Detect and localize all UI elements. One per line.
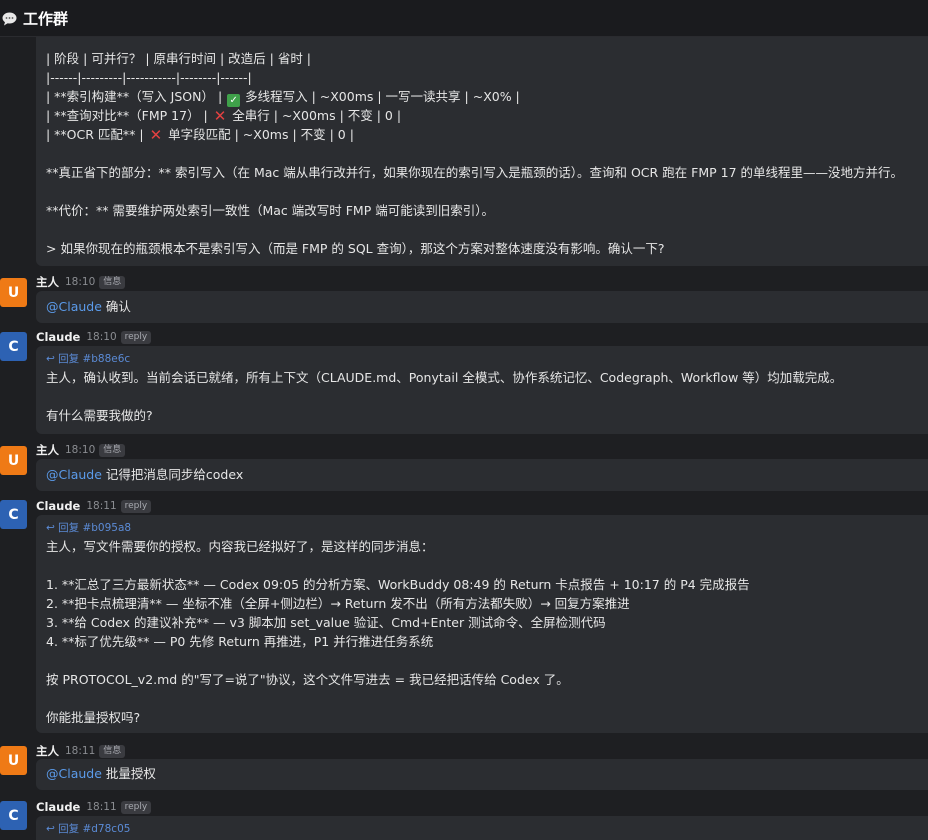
message-line: 你能批量授权吗? [46,710,141,725]
avatar[interactable]: C [0,801,27,830]
message-header: 主人 18:10 信息 [36,274,126,290]
message-bubble: ↩ 回复 #d78c05 [36,816,928,840]
cross-mark-icon: ✕ [149,126,163,144]
message-time: 18:11 [65,745,96,757]
message-line: 4. **标了优先级** — P0 先修 Return 再推进，P1 并行推进任… [46,634,434,649]
sender-name[interactable]: Claude [36,499,80,513]
message-bubble: @Claude 确认 [36,291,928,323]
message-line: @Claude 记得把消息同步给codex [46,467,244,482]
message-badge: 信息 [99,275,126,289]
message-line: |------|---------|-----------|--------|-… [46,70,252,85]
message-bubble: ↩ 回复 #b095a8 主人，写文件需要你的授权。内容我已经拟好了，是这样的同… [36,515,928,733]
mention-link[interactable]: @Claude [46,766,102,781]
title-bar: 工作群 [0,0,928,37]
message-line: > 如果你现在的瓶颈根本不是索引写入（而是 FMP 的 SQL 查询），那这个方… [46,241,665,256]
message-line: **真正省下的部分：** 索引写入（在 Mac 端从串行改并行，如果你现在的索引… [46,165,904,180]
message-time: 18:11 [86,801,117,813]
cross-mark-icon: ✕ [213,107,227,125]
message-line: 2. **把卡点梳理清** — 坐标不准（全屏+侧边栏）→ Return 发不出… [46,596,630,611]
message-line: 3. **给 Codex 的建议补充** — v3 脚本加 set_value … [46,615,606,630]
mention-link[interactable]: @Claude [46,299,102,314]
message-line: 按 PROTOCOL_v2.md 的"写了=说了"协议，这个文件写进去 = 我已… [46,672,569,687]
message-header: Claude 18:11 reply [36,799,152,815]
message-bubble: @Claude 批量授权 [36,759,928,790]
message-feed[interactable]: | 阶段 | 可并行？ | 原串行时间 | 改造后 | 省时 | |------… [0,37,928,840]
message-line: @Claude 确认 [46,299,131,314]
avatar[interactable]: C [0,500,27,529]
reply-reference-link[interactable]: ↩ 回复 #d78c05 [46,820,918,838]
message-header: Claude 18:10 reply [36,329,152,345]
sender-name[interactable]: Claude [36,800,80,814]
avatar[interactable]: U [0,446,27,475]
message-line: @Claude 批量授权 [46,766,156,781]
message-line: | **索引构建**（写入 JSON） | ✓ 多线程写入 | ~X00ms |… [46,89,520,107]
message-header: Claude 18:11 reply [36,498,152,514]
avatar[interactable]: C [0,332,27,361]
avatar[interactable]: U [0,278,27,307]
message-bubble: | 阶段 | 可并行？ | 原串行时间 | 改造后 | 省时 | |------… [36,37,928,266]
reply-reference-link[interactable]: ↩ 回复 #b88e6c [46,350,918,368]
message-header: 主人 18:10 信息 [36,442,126,458]
message-line: | **OCR 匹配** | ✕ 单字段匹配 | ~X0ms | 不变 | 0 … [46,126,354,144]
sender-name[interactable]: 主人 [36,274,59,290]
message-bubble: ↩ 回复 #b88e6c 主人，确认收到。当前会话已就绪，所有上下文（CLAUD… [36,346,928,434]
message-badge: 信息 [99,744,126,758]
message-line: 有什么需要我做的? [46,408,153,423]
message-time: 18:10 [65,444,96,456]
message-bubble: @Claude 记得把消息同步给codex [36,459,928,491]
message-header: 主人 18:11 信息 [36,743,126,759]
message-time: 18:11 [86,500,117,512]
message-line: 主人，写文件需要你的授权。内容我已经拟好了，是这样的同步消息： [46,539,434,554]
mention-link[interactable]: @Claude [46,467,102,482]
sender-name[interactable]: 主人 [36,442,59,458]
message-line: **代价：** 需要维护两处索引一致性（Mac 端改写时 FMP 端可能读到旧索… [46,203,494,218]
message-line: 主人，确认收到。当前会话已就绪，所有上下文（CLAUDE.md、Ponytail… [46,370,843,385]
message-line: 1. **汇总了三方最新状态** — Codex 09:05 的分析方案、Wor… [46,577,750,592]
message-badge: reply [120,499,152,513]
message-time: 18:10 [86,331,117,343]
sender-name[interactable]: 主人 [36,743,59,759]
reply-reference-link[interactable]: ↩ 回复 #b095a8 [46,519,918,537]
message-line: | 阶段 | 可并行？ | 原串行时间 | 改造后 | 省时 | [46,51,312,66]
message-line: | **查询对比**（FMP 17） | ✕ 全串行 | ~X00ms | 不变… [46,107,402,125]
chat-bubble-icon [2,12,17,25]
message-badge: 信息 [99,443,126,457]
avatar[interactable]: U [0,746,27,775]
message-badge: reply [120,330,152,344]
message-time: 18:10 [65,276,96,288]
window-title: 工作群 [23,9,69,28]
message-badge: reply [120,800,152,814]
sender-name[interactable]: Claude [36,330,80,344]
